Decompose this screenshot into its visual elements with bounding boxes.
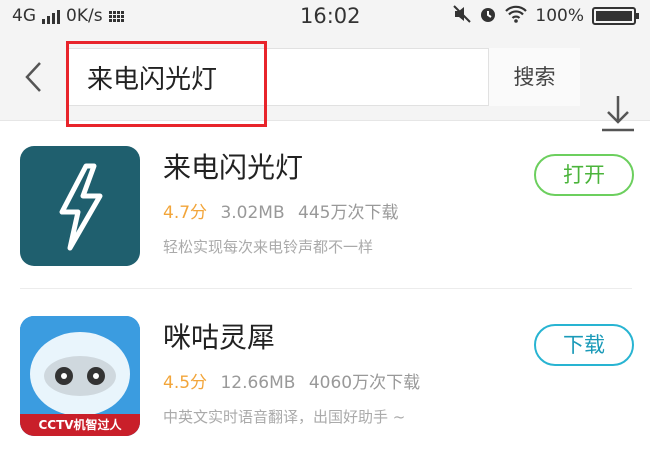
app-name[interactable]: 来电闪光灯: [163, 146, 303, 186]
icon-badge-text: CCTV机智过人: [38, 418, 122, 432]
clock: 16:02: [300, 4, 361, 28]
back-button[interactable]: [22, 60, 46, 94]
network-speed: 0K/s: [66, 6, 103, 26]
lightning-bolt-icon: [20, 146, 140, 266]
app-name[interactable]: 咪咕灵犀: [163, 316, 275, 356]
wifi-icon: [505, 5, 528, 27]
app-downloads: 445万次下载: [298, 203, 399, 223]
battery-icon: [592, 7, 639, 25]
list-item[interactable]: 来电闪光灯 4.7分 3.02MB 445万次下载 轻松实现每次来电铃声都不一样…: [0, 128, 650, 278]
app-size: 3.02MB: [220, 203, 285, 223]
app-description: 轻松实现每次来电铃声都不一样: [163, 238, 374, 256]
divider: [20, 288, 632, 289]
chevron-left-icon: [25, 62, 41, 92]
download-button[interactable]: 下载: [534, 324, 634, 366]
status-left: 4G 0K/s: [12, 6, 124, 26]
list-item[interactable]: CCTV机智过人 咪咕灵犀 4.5分 12.66MB 4060万次下载 中英文实…: [0, 298, 650, 448]
keyboard-icon: [108, 10, 124, 22]
search-button[interactable]: 搜索: [488, 48, 580, 106]
app-rating: 4.5分: [163, 373, 208, 393]
search-highlight-annotation: [66, 41, 267, 127]
mute-icon: [453, 5, 472, 27]
app-description: 中英文实时语音翻译，出国好助手 ~: [163, 408, 406, 426]
open-button[interactable]: 打开: [534, 154, 634, 196]
app-rating: 4.7分: [163, 203, 208, 223]
network-type: 4G: [12, 6, 36, 26]
signal-icon: [42, 8, 60, 24]
status-right: 100%: [453, 5, 639, 27]
app-meta: 4.5分 12.66MB 4060万次下载: [163, 368, 428, 393]
cctv-robot-icon: CCTV机智过人: [20, 316, 140, 436]
status-bar: 4G 0K/s 16:02 100%: [0, 0, 650, 34]
app-downloads: 4060万次下载: [308, 373, 421, 393]
app-meta: 4.7分 3.02MB 445万次下载: [163, 198, 407, 223]
battery-level: 100%: [535, 6, 584, 26]
app-size: 12.66MB: [220, 373, 296, 393]
alarm-icon: [479, 5, 497, 27]
